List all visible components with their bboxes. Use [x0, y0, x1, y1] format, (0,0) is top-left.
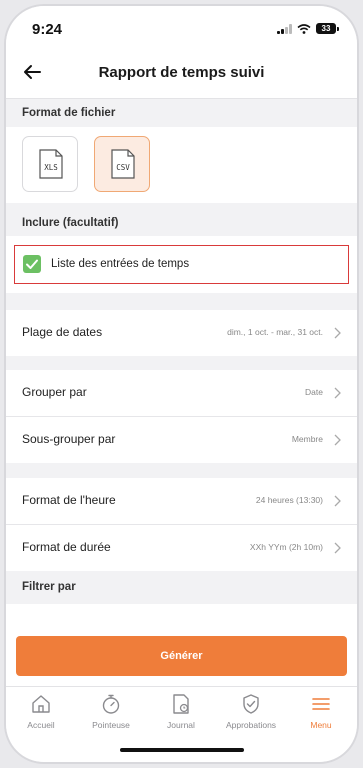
checkmark-icon	[26, 259, 38, 269]
time-entries-label: Liste des entrées de temps	[51, 258, 190, 270]
include-section-header: Inclure (facultatif)	[6, 209, 357, 239]
menu-icon	[312, 698, 330, 710]
status-bar: 9:24 33	[6, 6, 357, 48]
stopwatch-icon	[102, 694, 120, 714]
time-entries-checkbox[interactable]	[23, 255, 41, 273]
tab-label: Pointeuse	[92, 720, 130, 730]
generate-footer: Générer	[6, 624, 357, 686]
format-option-csv[interactable]: CSV	[94, 136, 150, 192]
time-entries-option-row[interactable]: Liste des entrées de temps	[14, 245, 349, 284]
date-range-value: dim., 1 oct. - mar., 31 oct.	[227, 327, 323, 337]
time-format-value: 24 heures (13:30)	[255, 495, 323, 505]
group-by-label: Grouper par	[22, 385, 87, 399]
timesheet-icon	[173, 694, 189, 714]
filter-panel	[6, 604, 357, 624]
subgroup-by-value: Membre	[291, 434, 323, 444]
time-format-row[interactable]: Format de l'heure 24 heures (13:30)	[6, 478, 357, 524]
date-range-row[interactable]: Plage de dates dim., 1 oct. - mar., 31 o…	[6, 310, 357, 356]
group-by-value: Date	[305, 387, 323, 397]
wifi-icon	[297, 23, 311, 34]
duration-format-label: Format de durée	[22, 540, 111, 554]
status-time: 9:24	[32, 21, 63, 38]
tab-label: Approbations	[225, 720, 277, 730]
time-format-label: Format de l'heure	[22, 493, 116, 507]
filter-heading: Filtrer par	[22, 581, 76, 593]
subgroup-by-label: Sous-grouper par	[22, 432, 116, 446]
chevron-right-icon	[334, 495, 341, 507]
duration-format-value: XXh YYm (2h 10m)	[249, 542, 323, 552]
top-app-bar: Rapport de temps suivi	[6, 48, 357, 99]
csv-file-icon: CSV	[111, 149, 135, 179]
chevron-right-icon	[334, 327, 341, 339]
subgroup-by-row[interactable]: Sous-grouper par Membre	[6, 417, 357, 463]
battery-level: 33	[316, 23, 336, 34]
tab-label: Journal	[167, 720, 195, 730]
group-by-row[interactable]: Grouper par Date	[6, 370, 357, 416]
shield-check-icon	[243, 694, 259, 714]
format-option-xls[interactable]: XLS	[22, 136, 78, 192]
home-icon	[32, 695, 50, 713]
csv-label: CSV	[116, 163, 130, 172]
file-format-section-header: Format de fichier	[6, 99, 357, 127]
generate-button[interactable]: Générer	[16, 636, 347, 676]
xls-label: XLS	[44, 163, 58, 172]
tab-menu[interactable]: Menu	[286, 693, 356, 730]
tab-accueil[interactable]: Accueil	[6, 693, 76, 730]
duration-format-row[interactable]: Format de durée XXh YYm (2h 10m)	[6, 525, 357, 571]
xls-file-icon: XLS	[39, 149, 63, 179]
include-heading: Inclure (facultatif)	[22, 217, 119, 229]
tab-label: Accueil	[27, 720, 55, 730]
chevron-right-icon	[334, 542, 341, 554]
tab-label: Menu	[310, 720, 332, 730]
tab-pointeuse[interactable]: Pointeuse	[76, 693, 146, 730]
chevron-right-icon	[334, 434, 341, 446]
signal-icon	[277, 23, 292, 34]
phone-screen: 9:24 33 Rapport de temps suivi Format de…	[6, 6, 357, 762]
page-title: Rapport de temps suivi	[98, 64, 265, 81]
battery-icon: 33	[316, 23, 339, 34]
file-format-heading: Format de fichier	[22, 107, 116, 119]
chevron-right-icon	[334, 387, 341, 399]
status-icons: 33	[277, 23, 339, 34]
filter-section-header: Filtrer par	[6, 572, 357, 602]
tab-journal[interactable]: Journal	[146, 693, 216, 730]
date-range-label: Plage de dates	[22, 325, 103, 339]
tab-approbations[interactable]: Approbations	[216, 693, 286, 730]
home-indicator[interactable]	[120, 748, 244, 752]
